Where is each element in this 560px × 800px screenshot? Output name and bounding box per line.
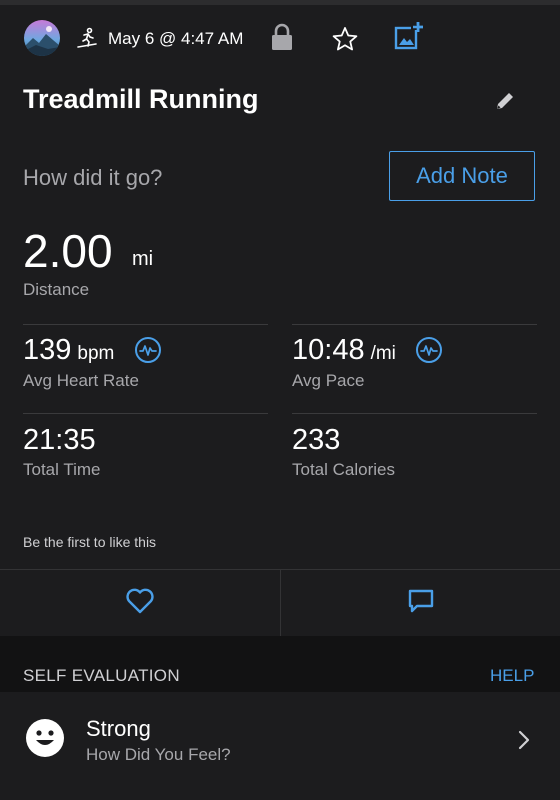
- treadmill-runner-icon: [76, 27, 98, 54]
- total-calories-value: 233: [292, 424, 341, 456]
- smiley-face-icon: [25, 718, 65, 758]
- total-calories-label: Total Calories: [292, 460, 395, 479]
- edit-pencil-icon[interactable]: [494, 90, 516, 117]
- avg-heart-rate-label: Avg Heart Rate: [23, 371, 139, 390]
- add-photo-icon[interactable]: [394, 21, 424, 56]
- self-evaluation-row[interactable]: Strong How Did You Feel?: [0, 692, 560, 800]
- stats-divider: [292, 324, 537, 325]
- total-time-value: 21:35: [23, 424, 96, 456]
- chevron-right-icon: [518, 730, 530, 755]
- activity-title: Treadmill Running: [23, 84, 259, 114]
- activity-header: May 6 @ 4:47 AM: [0, 5, 560, 67]
- add-note-button[interactable]: Add Note: [389, 151, 535, 201]
- distance-label: Distance: [23, 280, 90, 299]
- help-link[interactable]: HELP: [490, 666, 534, 686]
- avg-pace-value: 10:48/mi: [292, 334, 396, 366]
- distance-unit: mi: [132, 248, 154, 270]
- social-action-bar: [0, 569, 560, 637]
- stats-divider: [23, 413, 268, 414]
- distance-value: 2.00: [23, 225, 113, 277]
- stats-divider: [23, 324, 268, 325]
- heart-rate-chart-icon[interactable]: [135, 337, 161, 363]
- comment-button[interactable]: [281, 570, 560, 636]
- star-icon[interactable]: [331, 25, 359, 58]
- heart-icon: [125, 588, 155, 619]
- likes-text: Be the first to like this: [23, 534, 157, 550]
- comment-icon: [408, 589, 434, 618]
- avatar[interactable]: [24, 20, 60, 56]
- activity-date: May 6 @ 4:47 AM: [108, 29, 244, 48]
- pace-unit: /mi: [370, 343, 396, 364]
- avg-pace-label: Avg Pace: [292, 371, 365, 390]
- stats-divider: [292, 413, 537, 414]
- heart-rate-unit: bpm: [77, 343, 115, 364]
- total-time-label: Total Time: [23, 460, 101, 479]
- how-did-it-go-prompt: How did it go?: [23, 165, 163, 190]
- self-evaluation-title: SELF EVALUATION: [23, 666, 180, 685]
- feeling-value: Strong: [86, 716, 151, 741]
- lock-icon[interactable]: [270, 22, 294, 57]
- pace-chart-icon[interactable]: [416, 337, 442, 363]
- like-button[interactable]: [0, 570, 279, 636]
- feeling-prompt: How Did You Feel?: [86, 745, 231, 764]
- avg-heart-rate-value: 139 bpm: [23, 334, 115, 366]
